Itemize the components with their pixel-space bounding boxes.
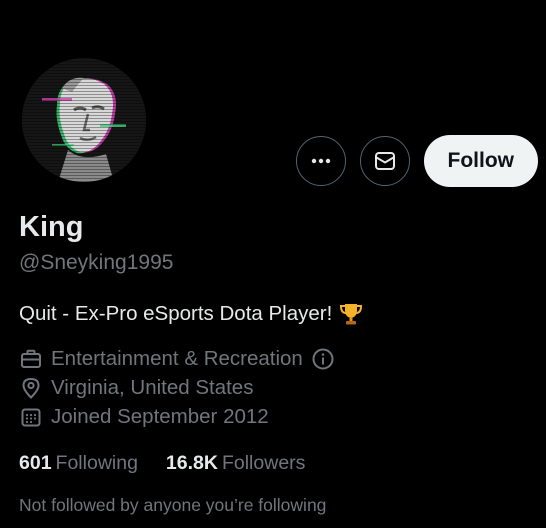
profile-avatar[interactable] xyxy=(22,58,146,182)
location-text: Virginia, United States xyxy=(51,376,254,399)
user-handle: @Sneyking1995 xyxy=(19,251,174,274)
following-count: 601 xyxy=(19,452,52,474)
location-pin-icon xyxy=(22,377,40,399)
followers-link[interactable]: 16.8K Followers xyxy=(166,449,305,477)
social-context: Not followed by anyone you’re following xyxy=(19,495,327,515)
follow-button[interactable]: Follow xyxy=(423,135,538,187)
profile-actions: Follow xyxy=(295,135,538,187)
info-icon[interactable] xyxy=(311,347,335,371)
following-label: Following xyxy=(55,452,138,474)
calendar-icon xyxy=(21,408,41,427)
more-button[interactable] xyxy=(295,136,346,186)
category-text: Entertainment & Recreation xyxy=(51,347,303,370)
profile-bio: Quit - Ex-Pro eSports Dota Player! xyxy=(19,300,364,328)
profile-joined: Joined September 2012 xyxy=(19,403,269,431)
trophy-icon xyxy=(340,304,363,325)
display-name: King xyxy=(19,211,84,243)
bio-text: Quit - Ex-Pro eSports Dota Player! xyxy=(19,302,333,325)
followers-label: Followers xyxy=(221,452,306,474)
followers-count: 16.8K xyxy=(165,452,218,474)
envelope-icon xyxy=(374,152,395,170)
briefcase-icon xyxy=(21,349,41,368)
following-link[interactable]: 601 Following xyxy=(19,449,138,477)
joined-text: Joined September 2012 xyxy=(51,405,269,428)
profile-category: Entertainment & Recreation xyxy=(19,345,335,373)
avatar-image xyxy=(22,58,146,182)
follow-stats: 601 Following 16.8K Followers xyxy=(19,449,305,477)
profile-location: Virginia, United States xyxy=(19,374,253,402)
more-dots-icon xyxy=(311,158,330,164)
message-button[interactable] xyxy=(359,136,410,186)
